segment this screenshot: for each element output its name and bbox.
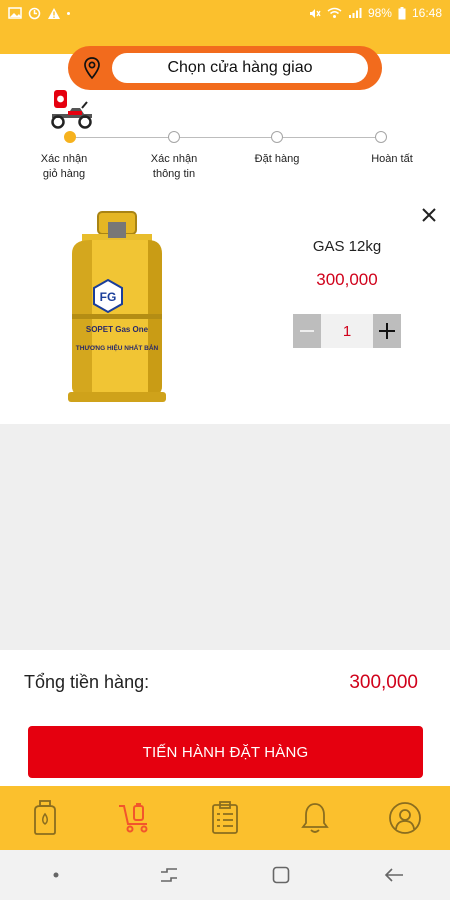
gas-cylinder-icon	[34, 800, 56, 835]
user-icon	[389, 802, 421, 834]
step-dot-2	[168, 131, 180, 143]
plus-icon	[379, 323, 395, 339]
mute-icon	[309, 8, 321, 18]
tab-orders[interactable]	[201, 794, 249, 842]
step-label-1: Xác nhận giỏ hàng	[40, 153, 88, 180]
sync-icon	[28, 7, 41, 19]
close-icon	[422, 208, 436, 222]
gas-cylinder-image: FG SOPET Gas One THƯƠNG HIỆU NHẤT BẢN	[68, 211, 166, 402]
status-bar: 98% 16:48	[0, 0, 450, 26]
step-label-3: Đặt hàng	[254, 153, 300, 165]
quantity-stepper: 1	[293, 314, 401, 348]
system-navigation-bar	[0, 850, 450, 900]
product-name: GAS 12kg	[312, 238, 382, 255]
notification-dot-icon	[67, 11, 70, 15]
clock: 16:48	[411, 6, 442, 20]
battery-icon	[398, 6, 406, 19]
total-label: Tổng tiền hàng:	[24, 672, 150, 692]
step-label-2: Xác nhận thông tin	[150, 153, 198, 180]
wifi-icon	[327, 7, 342, 18]
gallery-icon	[8, 7, 22, 19]
progress-line	[69, 137, 381, 138]
cart-item: FG SOPET Gas One THƯƠNG HIỆU NHẤT BẢN GA…	[0, 190, 450, 424]
warning-icon	[48, 7, 60, 19]
store-selector[interactable]: Chọn cửa hàng giao	[68, 46, 382, 90]
nav-dot	[36, 860, 76, 890]
dot-icon	[53, 872, 59, 878]
bell-icon	[301, 803, 329, 833]
remove-item-button[interactable]	[418, 204, 440, 226]
status-icons-right: 98% 16:48	[308, 6, 442, 20]
status-icons-left	[8, 7, 70, 20]
clipboard-icon	[212, 801, 238, 834]
recent-apps-button[interactable]	[149, 860, 189, 890]
cylinder-brand-line-1: SOPET Gas One	[86, 325, 149, 334]
tab-notifications[interactable]	[291, 794, 339, 842]
product-price: 300,000	[316, 270, 378, 289]
back-arrow-icon	[384, 868, 403, 882]
place-order-button[interactable]: TIẾN HÀNH ĐẶT HÀNG	[28, 726, 423, 778]
cylinder-logo-text: FG	[100, 290, 117, 304]
tab-account[interactable]	[381, 794, 429, 842]
back-button[interactable]	[374, 860, 414, 890]
home-button[interactable]	[261, 860, 301, 890]
decrease-quantity-button[interactable]	[293, 314, 321, 348]
step-label-4: Hoàn tất	[371, 153, 413, 165]
order-summary: Tổng tiền hàng: 300,000 TIẾN HÀNH ĐẶT HÀ…	[0, 650, 450, 786]
battery-percent: 98%	[367, 6, 392, 20]
signal-icon	[348, 8, 362, 18]
bottom-tab-bar	[0, 786, 450, 850]
quantity-value[interactable]: 1	[321, 314, 373, 348]
delivery-motorbike-icon	[51, 90, 92, 129]
store-selector-label: Chọn cửa hàng giao	[112, 53, 368, 83]
tab-cart[interactable]	[111, 794, 159, 842]
step-dot-1	[64, 131, 76, 143]
step-dot-4	[375, 131, 387, 143]
tab-products[interactable]	[21, 794, 69, 842]
location-pin-icon	[84, 57, 100, 80]
total-value: 300,000	[349, 672, 418, 693]
cart-icon	[119, 803, 148, 833]
increase-quantity-button[interactable]	[373, 314, 401, 348]
step-dot-3	[271, 131, 283, 143]
home-square-icon	[272, 866, 290, 884]
checkout-header: Chọn cửa hàng giao Xác nhận giỏ hàng Xác…	[0, 26, 450, 190]
empty-area	[0, 424, 450, 650]
recent-apps-icon	[160, 868, 177, 882]
minus-icon	[300, 330, 314, 332]
